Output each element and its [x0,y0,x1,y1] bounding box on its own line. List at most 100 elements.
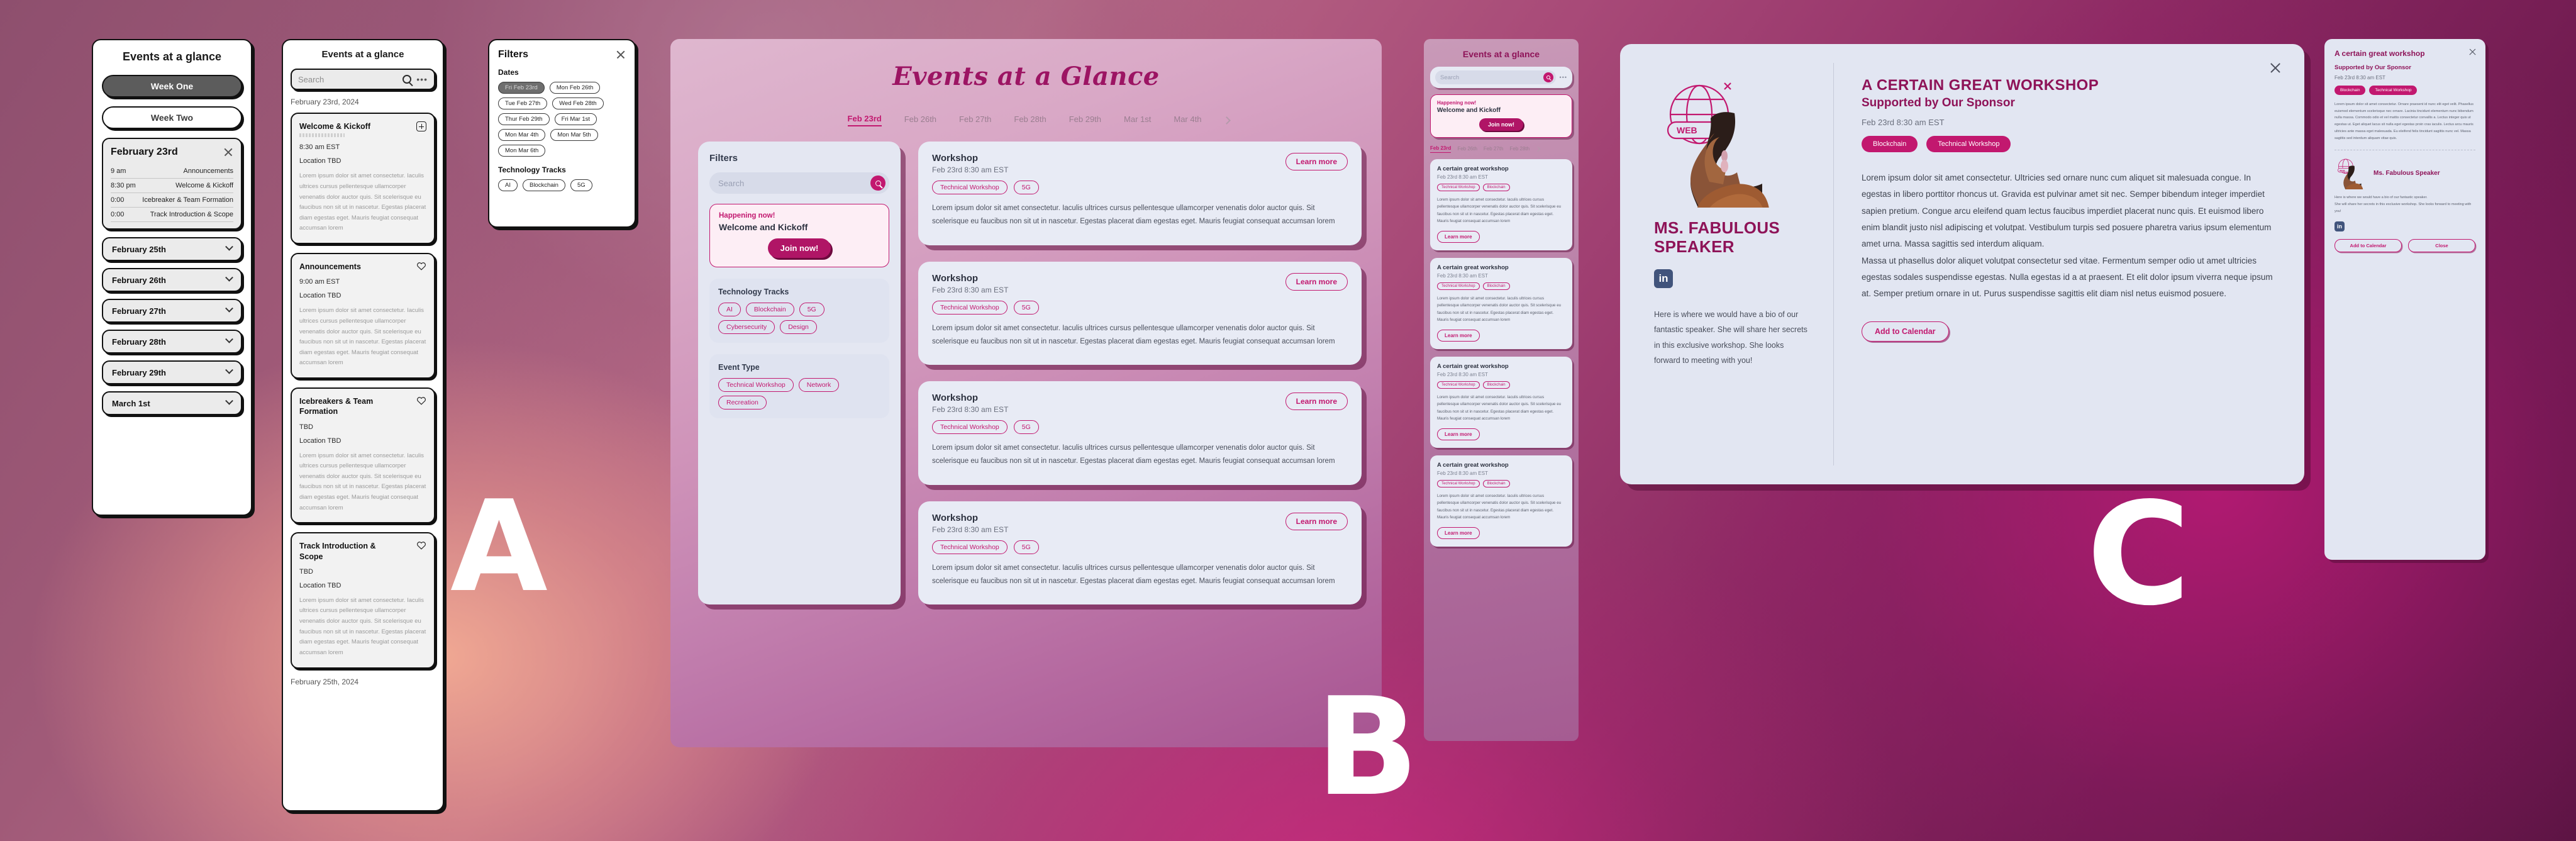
tab-feb-26[interactable]: Feb 26th [904,114,936,126]
join-now-button[interactable]: Join now! [1479,118,1523,131]
list-item[interactable]: Announcements 9:00 am EST Location TBD L… [291,253,435,379]
date-chip[interactable]: Mon Mar 5th [550,129,598,141]
workshop-chip[interactable]: Technical Workshop [2369,85,2418,95]
tab-feb-23[interactable]: Feb 23rd [847,114,882,126]
workshop-chip[interactable]: Blockchain [1482,282,1510,290]
learn-more-button[interactable]: Learn more [1285,393,1348,411]
workshop-card[interactable]: Workshop Feb 23rd 8:30 am EST Learn more… [918,142,1362,245]
workshop-chip[interactable]: Blockchain [1482,381,1510,389]
linkedin-icon[interactable]: in [2334,221,2345,231]
workshop-chip[interactable]: Technical Workshop [932,540,1008,554]
add-to-calendar-button[interactable]: Add to Calendar [2334,238,2402,252]
day-accordion-feb-28[interactable]: February 28th [102,330,242,354]
track-chip[interactable]: Cybersecurity [718,320,775,334]
event-type-chip[interactable]: Network [798,378,840,392]
event-type-chip[interactable]: Technical Workshop [718,378,794,392]
more-options-icon[interactable]: ••• [1560,75,1567,81]
heart-icon[interactable] [416,262,426,270]
close-icon[interactable] [616,50,626,60]
tab-feb-29[interactable]: Feb 29th [1069,114,1101,126]
tab-week-one[interactable]: Week One [102,75,242,97]
day-accordion-feb-29[interactable]: February 29th [102,360,242,384]
date-chip[interactable]: Wed Feb 28th [552,97,604,109]
workshop-chip[interactable]: Technical Workshop [932,420,1008,435]
more-options-icon[interactable]: ••• [416,75,428,84]
tab-mar-4[interactable]: Mar 4th [1174,114,1201,126]
search-icon[interactable] [402,75,412,84]
search-input[interactable]: Search ••• [291,69,435,90]
tab-feb-23[interactable]: Feb 23rd [1430,145,1452,153]
day-accordion-feb-26[interactable]: February 26th [102,268,242,292]
chevron-right-icon[interactable] [1535,146,1541,152]
workshop-chip[interactable]: Blockchain [1482,184,1510,191]
workshop-card[interactable]: Workshop Feb 23rd 8:30 am EST Learn more… [918,381,1362,485]
workshop-chip[interactable]: Blockchain [2334,85,2366,95]
tab-feb-28[interactable]: Feb 28th [1014,114,1046,126]
linkedin-icon[interactable]: in [1654,269,1673,288]
event-type-chip[interactable]: Recreation [718,396,767,409]
close-icon[interactable] [2468,48,2477,56]
workshop-card[interactable]: A certain great workshop Feb 23rd 8:30 a… [1430,455,1572,547]
track-chip[interactable]: 5G [799,303,824,316]
date-chip[interactable]: Mon Mar 4th [498,129,546,141]
tab-feb-27[interactable]: Feb 27th [1484,146,1504,153]
date-chip[interactable]: Thur Feb 29th [498,113,550,125]
workshop-chip[interactable]: Blockchain [1482,479,1510,487]
track-chip[interactable]: AI [498,179,518,191]
workshop-chip[interactable]: 5G [1013,181,1039,194]
date-chip[interactable]: Fri Mar 1st [554,113,597,125]
close-icon[interactable] [2269,62,2282,74]
plus-icon[interactable] [416,121,426,131]
join-now-button[interactable]: Join now! [767,238,831,258]
close-button[interactable]: Close [2408,238,2475,252]
track-chip[interactable]: AI [718,303,741,316]
tab-feb-28[interactable]: Feb 28th [1510,146,1530,153]
learn-more-button[interactable]: Learn more [1285,153,1348,170]
track-chip[interactable]: Blockchain [522,179,565,191]
workshop-chip[interactable]: 5G [1013,540,1039,554]
heart-icon[interactable] [416,396,426,405]
workshop-chip[interactable]: 5G [1013,300,1039,315]
day-accordion-open[interactable]: February 23rd 9 am Announcements 8:30 pm… [102,138,242,230]
workshop-chip[interactable]: Technical Workshop [1437,479,1480,487]
learn-more-button[interactable]: Learn more [1285,272,1348,291]
date-chip[interactable]: Tue Feb 27th [498,97,548,109]
list-item[interactable]: Track Introduction & Scope TBD Location … [291,532,435,669]
learn-more-button[interactable]: Learn more [1437,526,1480,539]
add-to-calendar-button[interactable]: Add to Calendar [1862,321,1949,342]
search-input[interactable]: Search [709,172,889,194]
search-bar[interactable]: Search ••• [1430,67,1572,88]
search-icon[interactable] [870,175,886,191]
track-chip[interactable]: Blockchain [745,303,794,316]
workshop-chip[interactable]: 5G [1013,420,1039,435]
workshop-card[interactable]: Workshop Feb 23rd 8:30 am EST Learn more… [918,261,1362,365]
workshop-card[interactable]: A certain great workshop Feb 23rd 8:30 a… [1430,356,1572,448]
workshop-chip[interactable]: Blockchain [1862,136,1918,152]
day-accordion-feb-25[interactable]: February 25th [102,237,242,261]
track-chip[interactable]: 5G [570,179,592,191]
tab-feb-26[interactable]: Feb 26th [1457,146,1477,153]
date-chip[interactable]: Fri Feb 23rd [498,82,545,94]
learn-more-button[interactable]: Learn more [1285,512,1348,530]
list-item[interactable]: Icebreakers & Team Formation TBD Locatio… [291,387,435,524]
workshop-chip[interactable]: Technical Workshop [1437,381,1480,389]
workshop-chip[interactable]: Technical Workshop [1926,136,2011,152]
workshop-card[interactable]: A certain great workshop Feb 23rd 8:30 a… [1430,257,1572,349]
tab-week-two[interactable]: Week Two [102,106,242,129]
tab-feb-27[interactable]: Feb 27th [959,114,991,126]
day-accordion-feb-27[interactable]: February 27th [102,299,242,323]
track-chip[interactable]: Design [780,320,817,334]
workshop-chip[interactable]: Technical Workshop [932,300,1008,315]
chevron-right-icon[interactable] [1223,116,1231,125]
list-item[interactable]: Welcome & Kickoff 8:30 am EST Location T… [291,113,435,244]
workshop-chip[interactable]: Technical Workshop [1437,184,1480,191]
workshop-chip[interactable]: Technical Workshop [932,181,1008,194]
learn-more-button[interactable]: Learn more [1437,428,1480,440]
day-accordion-mar-1[interactable]: March 1st [102,391,242,415]
tab-mar-1[interactable]: Mar 1st [1124,114,1151,126]
heart-icon[interactable] [416,541,426,550]
search-icon[interactable] [1543,72,1553,82]
close-icon[interactable] [223,147,233,157]
learn-more-button[interactable]: Learn more [1437,329,1480,342]
date-chip[interactable]: Mon Feb 26th [549,82,601,94]
